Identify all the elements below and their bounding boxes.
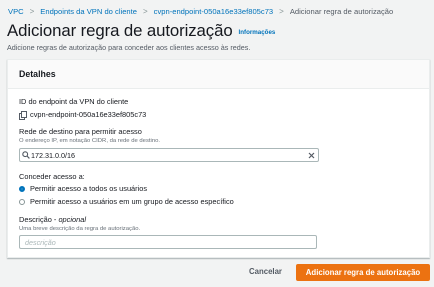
breadcrumb-client-vpn-endpoints[interactable]: Endpoints da VPN do cliente	[40, 7, 137, 16]
close-icon[interactable]	[305, 152, 318, 159]
breadcrumb-current: Adicionar regra de autorização	[289, 6, 394, 16]
breadcrumb: VPC > Endpoints da VPN do cliente > cvpn…	[8, 4, 428, 18]
dest-network-search[interactable]	[19, 148, 319, 162]
grant-access-label: Conceder acesso a:	[19, 172, 85, 181]
add-authorization-rule-button[interactable]: Adicionar regra de autorização	[296, 264, 430, 281]
page-title: Adicionar regra de autorização	[7, 21, 233, 40]
page-subtitle: Adicione regras de autorização para conc…	[7, 43, 251, 52]
details-panel: Detalhes ID do endpoint da VPN do client…	[7, 59, 430, 258]
copy-icon[interactable]	[19, 110, 27, 120]
search-icon	[20, 151, 31, 159]
radio-all-users[interactable]: Permitir acesso a todos os usuários	[19, 184, 147, 193]
radio-selected[interactable]	[19, 185, 25, 192]
description-field[interactable]	[19, 235, 317, 249]
endpoint-id-row: cvpn-endpoint-050a16e33ef805c73	[19, 110, 147, 120]
description-optional: opcional	[58, 215, 86, 224]
panel-title: Detalhes	[8, 60, 429, 89]
radio-unselected[interactable]	[19, 198, 25, 205]
radio-all-users-label: Permitir acesso a todos os usuários	[30, 184, 148, 193]
page-header: Adicionar regra de autorização Informaçõ…	[7, 21, 275, 41]
endpoint-id-label: ID do endpoint da VPN do cliente	[19, 97, 129, 106]
chevron-right-icon: >	[29, 6, 35, 16]
chevron-right-icon: >	[279, 6, 284, 16]
description-label-row: Descrição - opcional	[19, 215, 86, 224]
breadcrumb-vpc[interactable]: VPC	[8, 7, 24, 16]
description-label: Descrição	[19, 215, 52, 224]
info-link[interactable]: Informações	[239, 29, 276, 36]
dest-network-hint: O endereço IP, em notação CIDR, da rede …	[19, 138, 161, 144]
description-hint: Uma breve descrição da regra de autoriza…	[19, 226, 141, 232]
radio-group-users[interactable]: Permitir acesso a usuários em um grupo d…	[19, 197, 234, 206]
dest-network-label: Rede de destino para permitir acesso	[19, 127, 142, 136]
chevron-right-icon: >	[142, 6, 148, 16]
breadcrumb-endpoint-id[interactable]: cvpn-endpoint-050a16e33ef805c73	[154, 7, 274, 16]
dest-network-input[interactable]	[31, 150, 306, 160]
radio-group-users-label: Permitir acesso a usuários em um grupo d…	[30, 197, 234, 206]
endpoint-id-value: cvpn-endpoint-050a16e33ef805c73	[30, 110, 147, 119]
description-input[interactable]	[25, 237, 316, 247]
cancel-button[interactable]: Cancelar	[249, 267, 282, 276]
